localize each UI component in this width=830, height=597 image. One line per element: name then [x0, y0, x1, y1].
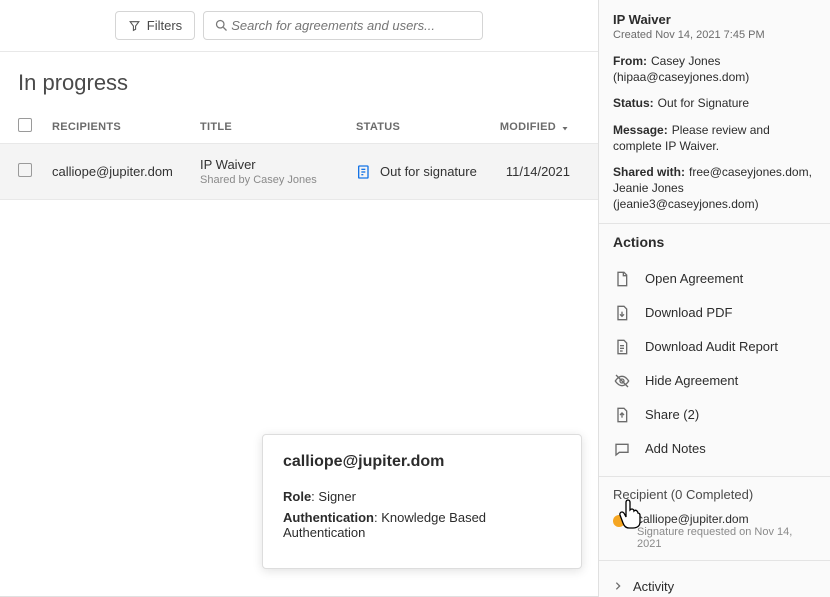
details-panel: IP Waiver Created Nov 14, 2021 7:45 PM F… [598, 0, 830, 597]
cell-title: IP Waiver Shared by Casey Jones [200, 157, 356, 186]
search-field[interactable] [203, 11, 483, 40]
chevron-right-icon [613, 581, 623, 591]
status-dot-icon [613, 515, 625, 527]
recipient-sub: Signature requested on Nov 14, 2021 [637, 526, 816, 550]
cell-modified: 11/14/2021 [496, 164, 580, 179]
row-checkbox[interactable] [18, 163, 32, 177]
action-hide-agreement[interactable]: Hide Agreement [613, 364, 816, 398]
action-download-pdf[interactable]: Download PDF [613, 296, 816, 330]
meta-message: Message:Please review and complete IP Wa… [613, 122, 816, 154]
created-date: Created Nov 14, 2021 7:45 PM [613, 29, 816, 41]
col-modified[interactable]: MODIFIED [496, 121, 580, 133]
meta-from: From:Casey Jones (hipaa@caseyjones.dom) [613, 53, 816, 85]
col-recipients[interactable]: RECIPIENTS [52, 121, 200, 133]
table-header: RECIPIENTS TITLE STATUS MODIFIED [0, 110, 598, 144]
action-open-agreement[interactable]: Open Agreement [613, 262, 816, 296]
filter-icon [128, 19, 141, 32]
meta-status: Status:Out for Signature [613, 95, 816, 111]
toolbar: Filters [0, 0, 598, 52]
document-icon [613, 270, 631, 288]
audit-report-icon [613, 338, 631, 356]
select-all-checkbox[interactable] [18, 118, 32, 132]
filters-label: Filters [147, 18, 182, 33]
sort-down-icon [560, 122, 570, 132]
table-row[interactable]: calliope@jupiter.dom IP Waiver Shared by… [0, 144, 598, 200]
actions-heading: Actions [613, 234, 816, 250]
recipient-item[interactable]: calliope@jupiter.dom Signature requested… [613, 512, 816, 550]
recipient-heading: Recipient (0 Completed) [613, 487, 816, 502]
download-pdf-icon [613, 304, 631, 322]
cell-recipient: calliope@jupiter.dom [52, 164, 200, 179]
col-status[interactable]: STATUS [356, 121, 496, 133]
main-panel: Filters In progress RECIPIENTS TITLE STA… [0, 0, 598, 597]
meta-shared: Shared with:free@caseyjones.dom, Jeanie … [613, 164, 816, 213]
page-heading: In progress [0, 52, 598, 110]
tooltip-auth: Authentication: Knowledge Based Authenti… [283, 510, 561, 540]
tooltip-role: Role: Signer [283, 489, 561, 504]
recipient-tooltip: calliope@jupiter.dom Role: Signer Authen… [262, 434, 582, 569]
search-icon [214, 18, 229, 33]
recipient-email: calliope@jupiter.dom [637, 512, 816, 526]
tooltip-email: calliope@jupiter.dom [283, 453, 561, 471]
search-input[interactable] [229, 17, 472, 34]
filters-button[interactable]: Filters [115, 11, 195, 40]
share-icon [613, 406, 631, 424]
action-download-audit[interactable]: Download Audit Report [613, 330, 816, 364]
hide-icon [613, 372, 631, 390]
activity-toggle[interactable]: Activity [613, 571, 816, 597]
cell-status: Out for signature [356, 164, 496, 180]
signature-status-icon [356, 164, 372, 180]
action-share[interactable]: Share (2) [613, 398, 816, 432]
action-add-notes[interactable]: Add Notes [613, 432, 816, 466]
notes-icon [613, 440, 631, 458]
agreement-title: IP Waiver [613, 12, 816, 27]
col-title[interactable]: TITLE [200, 121, 356, 133]
